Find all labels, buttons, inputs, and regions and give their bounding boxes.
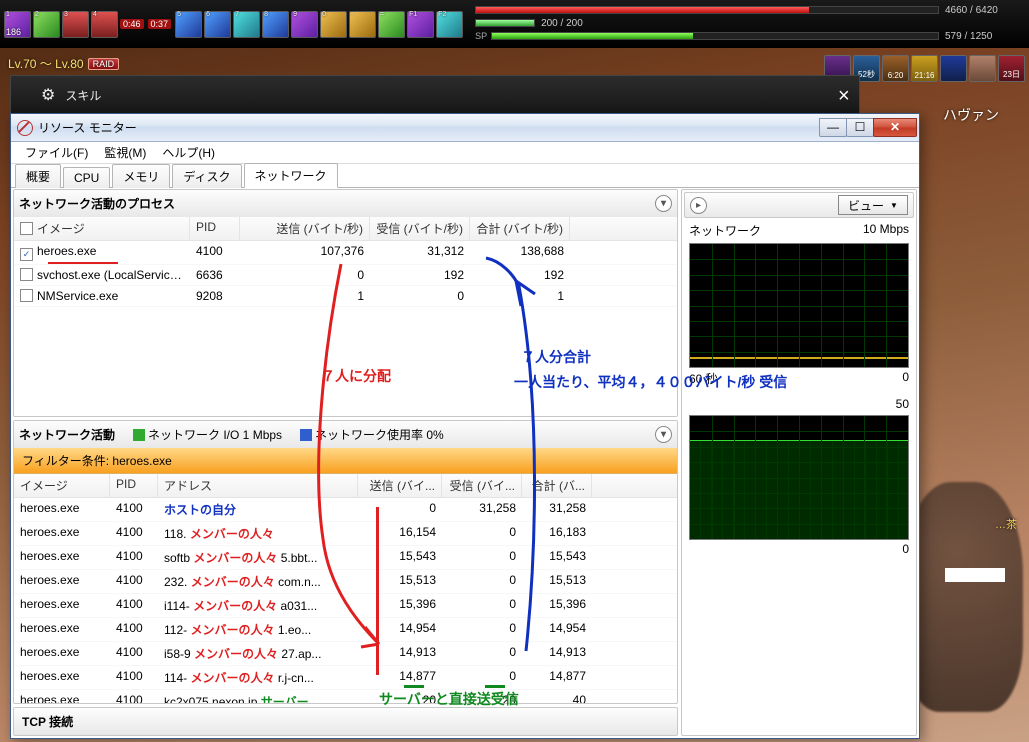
tab-ディスク[interactable]: ディスク [172,164,241,188]
legend-blue-icon [300,429,312,441]
titlebar[interactable]: リソース モニター — ☐ ✕ [11,114,919,142]
process-section-title: ネットワーク活動のプロセス [19,195,175,212]
util-graph [689,415,909,540]
activity-section-title: ネットワーク活動 [19,426,115,443]
table-row[interactable]: heroes.exe4100i114- メンバーの人々 a031...15,39… [14,594,677,618]
buff-icon[interactable]: 21:16 [911,55,938,82]
window-title: リソース モニター [38,119,820,136]
skill-slot[interactable]: 1186 [4,11,31,38]
timer-badge: 0:46 [120,19,144,29]
skill-slot[interactable]: 8 [262,11,289,38]
player-name: ハヴァン [943,105,999,125]
tab-概要[interactable]: 概要 [15,164,61,188]
sp-label: SP [475,31,487,41]
green-underline-1 [404,685,424,688]
menu-item[interactable]: ヘルプ(H) [154,141,223,164]
table-row[interactable]: heroes.exe4100kc2x075.nexon.jp サーバー 2020… [14,690,677,704]
game-hud: 1186234 0:46 0:37 567890-=F1F2 4660 / 642… [0,0,1029,48]
table-row[interactable]: heroes.exe4100 ホストの自分 031,25831,258 [14,498,677,522]
table-row[interactable]: heroes.exe4100i58-9 メンバーの人々 27.ap...14,9… [14,642,677,666]
green-underline-2 [485,685,505,688]
graph1-scale: 10 Mbps [863,222,909,239]
graph-pane: ▸ ビュー ネットワーク 10 Mbps 60 秒 0 50 0 [681,189,917,736]
red-underline [48,262,118,264]
graph1-title: ネットワーク [689,222,761,239]
buff-icon[interactable]: 6:20 [882,55,909,82]
minimize-button[interactable]: — [819,118,847,137]
buff-icon[interactable] [969,55,996,82]
collapse-icon[interactable]: ▾ [655,195,672,212]
legend-io: ネットワーク I/O 1 Mbps [133,426,282,443]
expand-icon[interactable]: ▸ [690,197,707,214]
skill-slot[interactable]: 9 [291,11,318,38]
process-section: ネットワーク活動のプロセス ▾ イメージ PID 送信 (バイト/秒) 受信 (… [13,189,678,417]
red-vertical-line [376,507,379,675]
tab-strip: 概要CPUメモリディスクネットワーク [11,164,919,188]
close-icon[interactable]: × [838,85,850,108]
skill-slot[interactable]: 5 [175,11,202,38]
table-row[interactable]: heroes.exe4100118. メンバーの人々 16,154016,183 [14,522,677,546]
sp-text: 579 / 1250 [945,31,1025,42]
checkbox-all[interactable] [20,222,33,235]
tab-ネットワーク[interactable]: ネットワーク [244,163,338,188]
buff-icon[interactable] [940,55,967,82]
collapse-icon[interactable]: ▾ [655,426,672,443]
skill-window-header: ⚙ スキル [10,75,860,115]
filter-banner: フィルター条件: heroes.exe [14,448,677,474]
skill-slot[interactable]: F1 [407,11,434,38]
row-checkbox[interactable] [20,289,33,302]
skill-slot[interactable]: F2 [436,11,463,38]
network-graph [689,243,909,368]
app-icon [17,120,33,136]
activity-section: ネットワーク活動 ネットワーク I/O 1 Mbps ネットワーク使用率 0% … [13,420,678,704]
tab-メモリ[interactable]: メモリ [112,164,170,188]
view-dropdown[interactable]: ビュー [838,195,908,215]
maximize-button[interactable]: ☐ [846,118,874,137]
skill-slot[interactable]: 3 [62,11,89,38]
resource-monitor-window: リソース モニター — ☐ ✕ ファイル(F)監視(M)ヘルプ(H) 概要CPU… [10,113,920,739]
process-table-header[interactable]: イメージ PID 送信 (バイト/秒) 受信 (バイト/秒) 合計 (バイト/秒… [14,217,677,241]
hp-bars: 4660 / 6420 200 / 200 SP 579 / 1250 [475,5,1025,44]
skill-slot[interactable]: = [378,11,405,38]
graph2-zero: 0 [902,542,909,556]
skill-slot[interactable]: - [349,11,376,38]
legend-util: ネットワーク使用率 0% [300,426,444,443]
skill-slot[interactable]: 7 [233,11,260,38]
hp-text: 4660 / 6420 [945,5,1025,16]
skill-slot[interactable]: 6 [204,11,231,38]
raid-badge: RAID [88,58,120,70]
graph1-x: 60 秒 [689,370,718,387]
skill-slot[interactable]: 0 [320,11,347,38]
level-tag: Lv.70 ～ Lv.80RAID [8,55,119,72]
monster-name: …茶 [995,516,1017,532]
table-row[interactable]: heroes.exe4100112- メンバーの人々 1.eo...14,954… [14,618,677,642]
skill-slot[interactable]: 4 [91,11,118,38]
tab-CPU[interactable]: CPU [63,167,110,188]
table-row[interactable]: NMService.exe9208101 [14,286,677,307]
timer-badge: 0:37 [148,19,172,29]
menu-item[interactable]: 監視(M) [96,141,154,164]
graph1-zero: 0 [902,370,909,387]
row-checkbox[interactable]: ✓ [20,248,33,261]
name-input-plate[interactable] [945,568,1005,582]
table-row[interactable]: heroes.exe4100114- メンバーの人々 r.j-cn...14,8… [14,666,677,690]
conn-table-header[interactable]: イメージ PID アドレス 送信 (バイ... 受信 (バイ... 合計 (バ.… [14,474,677,498]
table-row[interactable]: heroes.exe4100softb メンバーの人々 5.bbt...15,5… [14,546,677,570]
table-row[interactable]: heroes.exe4100232. メンバーの人々 com.n...15,51… [14,570,677,594]
table-row[interactable]: svchost.exe (LocalService...66360192192 [14,265,677,286]
buff-icon[interactable]: 23日 [998,55,1025,82]
graph2-scale: 50 [896,397,909,411]
row-checkbox[interactable] [20,268,33,281]
skill-slot[interactable]: 2 [33,11,60,38]
close-button[interactable]: ✕ [873,118,917,137]
menu-item[interactable]: ファイル(F) [17,141,96,164]
menubar[interactable]: ファイル(F)監視(M)ヘルプ(H) [11,142,919,164]
legend-green-icon [133,429,145,441]
stamina-text: 200 / 200 [541,18,621,29]
tcp-section-header[interactable]: TCP 接続 [13,707,678,736]
